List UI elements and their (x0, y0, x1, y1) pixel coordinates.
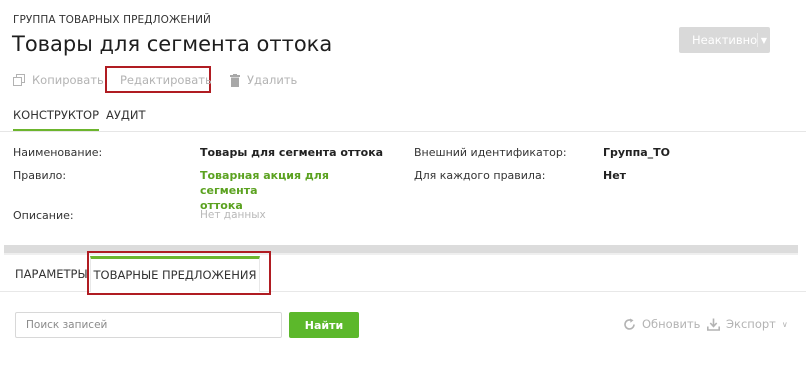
delete-button[interactable]: Удалить (230, 70, 297, 90)
rule-label: Правило: (13, 169, 67, 182)
chevron-down-icon: ∨ (781, 319, 788, 329)
chevron-down-icon: ▼ (760, 35, 768, 45)
rule-link-line1: Товарная акция для сегмента (200, 169, 329, 197)
external-id-label: Внешний идентификатор: (414, 146, 567, 159)
each-rule-label: Для каждого правила: (414, 169, 546, 182)
edit-label: Редактировать (120, 72, 212, 87)
refresh-label: Обновить (642, 317, 701, 331)
refresh-button[interactable]: Обновить (623, 317, 700, 331)
status-label: Неактивно (692, 33, 758, 47)
external-id-value: Группа_ТО (603, 146, 671, 159)
export-button[interactable]: Экспорт ∨ (707, 317, 788, 331)
trash-icon (230, 73, 240, 87)
status-dropdown-button[interactable]: Неактивно ▼ (679, 27, 770, 53)
name-label: Наименование: (13, 146, 103, 159)
rule-link[interactable]: Товарная акция для сегмента оттока (200, 168, 370, 213)
copy-button[interactable]: Копировать (13, 70, 104, 90)
delete-label: Удалить (247, 73, 298, 87)
edit-button[interactable]: Редактировать (105, 66, 212, 93)
refresh-icon (624, 318, 635, 330)
name-value: Товары для сегмента оттока (200, 146, 384, 159)
tab-audit[interactable]: АУДИТ (106, 108, 146, 122)
tab-highlight-outline (87, 251, 271, 295)
copy-icon (13, 74, 25, 86)
description-label: Описание: (13, 209, 74, 222)
tab-constructor[interactable]: КОНСТРУКТОР (13, 108, 100, 131)
search-input[interactable] (15, 312, 282, 338)
page-title: Товары для сегмента оттока (12, 32, 333, 56)
main-tabs: КОНСТРУКТОР АУДИТ (0, 102, 806, 132)
description-value: Нет данных (200, 209, 266, 221)
page-overline: ГРУППА ТОВАРНЫХ ПРЕДЛОЖЕНИЙ (13, 14, 212, 26)
export-label: Экспорт (726, 317, 776, 331)
each-rule-value: Нет (603, 169, 627, 182)
copy-label: Копировать (32, 73, 104, 87)
tab-parameters[interactable]: ПАРАМЕТРЫ (15, 267, 88, 281)
download-icon (707, 318, 720, 331)
find-button[interactable]: Найти (289, 312, 359, 338)
